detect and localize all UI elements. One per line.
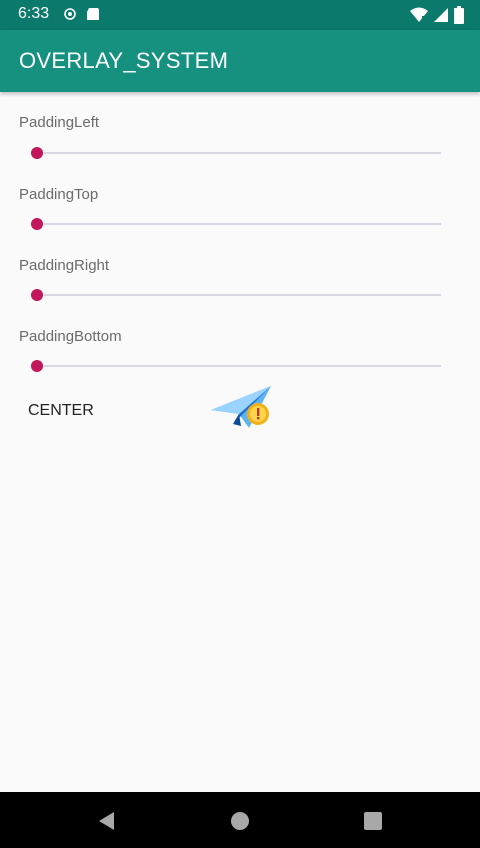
padding-left-label: PaddingLeft bbox=[19, 114, 100, 131]
status-right-icons bbox=[410, 6, 464, 24]
app-screen: 6:33 OVERLAY_SYSTEM PaddingLeft PaddingT… bbox=[0, 0, 480, 848]
status-left-icons bbox=[64, 7, 100, 21]
wifi-icon bbox=[410, 7, 428, 22]
cell-signal-icon bbox=[434, 8, 448, 22]
record-icon bbox=[64, 8, 76, 20]
padding-right-label: PaddingRight bbox=[19, 257, 110, 274]
padding-left-slider[interactable] bbox=[31, 147, 441, 159]
paper-plane-clock-icon[interactable] bbox=[209, 384, 273, 432]
app-title: OVERLAY_SYSTEM bbox=[19, 48, 229, 73]
padding-bottom-slider[interactable] bbox=[31, 360, 441, 372]
home-icon[interactable] bbox=[229, 810, 251, 832]
slider-thumb[interactable] bbox=[31, 360, 43, 372]
padding-right-slider[interactable] bbox=[31, 289, 441, 301]
slider-thumb[interactable] bbox=[31, 218, 43, 230]
sd-card-icon bbox=[87, 8, 99, 20]
slider-track bbox=[37, 365, 441, 367]
back-icon[interactable] bbox=[96, 810, 118, 832]
app-bar: OVERLAY_SYSTEM bbox=[0, 30, 480, 92]
center-button[interactable]: CENTER bbox=[19, 393, 111, 429]
status-bar: 6:33 bbox=[0, 0, 480, 30]
padding-top-label: PaddingTop bbox=[19, 186, 99, 203]
status-time: 6:33 bbox=[18, 5, 50, 22]
slider-track bbox=[37, 223, 441, 225]
slider-track bbox=[37, 294, 441, 296]
battery-icon bbox=[454, 6, 464, 24]
slider-track bbox=[37, 152, 441, 154]
padding-bottom-label: PaddingBottom bbox=[19, 328, 122, 345]
padding-top-slider[interactable] bbox=[31, 218, 441, 230]
navigation-bar bbox=[0, 792, 480, 848]
slider-thumb[interactable] bbox=[31, 289, 43, 301]
slider-thumb[interactable] bbox=[31, 147, 43, 159]
recents-icon[interactable] bbox=[362, 810, 384, 832]
